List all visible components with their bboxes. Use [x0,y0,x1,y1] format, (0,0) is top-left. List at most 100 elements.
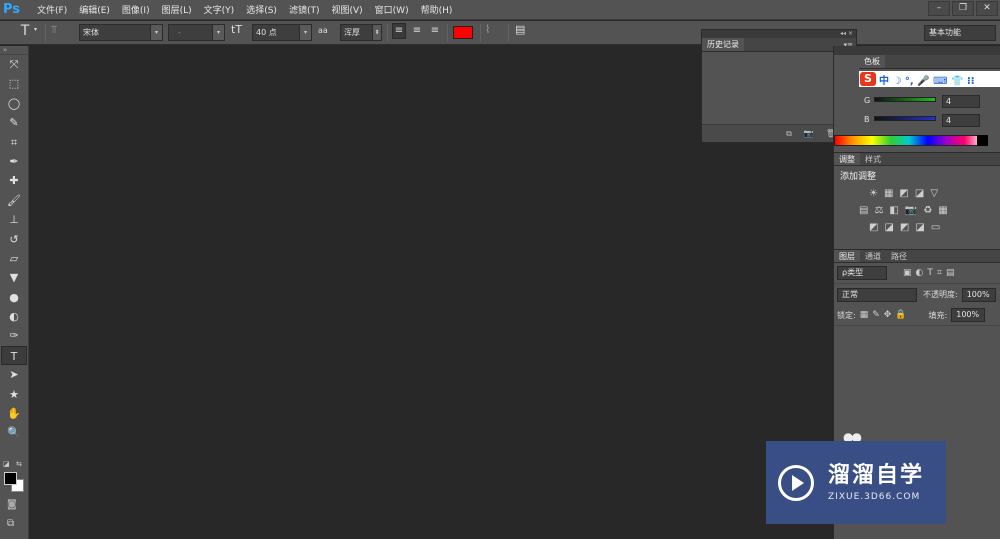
tab-paths[interactable]: 路径 [886,250,912,262]
color-lookup-icon[interactable]: ▦ [938,205,947,216]
screen-mode-icon[interactable]: ⧉ [7,518,14,529]
blend-mode-select[interactable]: 正常 [837,287,917,302]
gradient-map-icon[interactable]: ◪ [915,222,924,233]
dodge-icon[interactable]: ◐ [1,307,27,326]
restore-button[interactable]: ❐ [952,1,974,16]
workspace-select[interactable]: 基本功能 [924,25,996,41]
channel-g-value[interactable]: 4 [942,95,980,108]
menu-view[interactable]: 视图(V) [331,3,362,16]
quick-select-icon[interactable]: ✎ [1,113,27,132]
menu-file[interactable]: 文件(F) [37,3,67,16]
eraser-icon[interactable]: ▱ [1,249,27,268]
filter-type-icon[interactable]: T [927,268,933,278]
filter-adjustment-icon[interactable]: ◐ [916,268,924,278]
pen-icon[interactable]: ✑ [1,326,27,345]
menu-edit[interactable]: 编辑(E) [79,3,110,16]
tab-styles[interactable]: 样式 [860,153,886,165]
selective-color-icon[interactable]: ▭ [931,222,940,233]
channel-b-value[interactable]: 4 [942,114,980,127]
levels-icon[interactable]: ▦ [884,188,893,199]
brightness-icon[interactable]: ☀ [869,188,878,199]
color-balance-icon[interactable]: ⚖ [874,205,883,216]
tab-swatches[interactable]: 色板 [859,55,885,68]
text-color-swatch[interactable] [453,26,473,39]
lock-position-icon[interactable]: ✥ [884,310,892,320]
stamp-icon[interactable]: ⊥ [1,210,27,229]
font-family-select[interactable]: 宋体 ▾ [79,24,163,41]
warp-text-icon[interactable]: ⌇ [485,23,490,36]
threshold-icon[interactable]: ◩ [900,222,909,233]
tab-adjustments[interactable]: 调整 [834,153,860,165]
default-colors-icon[interactable]: ◪ [3,460,10,468]
layer-filter-select[interactable]: ρ类型 [837,266,887,280]
posterize-icon[interactable]: ◪ [884,222,893,233]
black-white-icon[interactable]: ◧ [889,205,898,216]
menu-help[interactable]: 帮助(H) [421,3,453,16]
hand-icon[interactable]: ✋ [1,404,27,423]
channel-b-slider[interactable] [874,116,936,121]
bucket-icon[interactable]: ▼ [1,268,27,287]
lock-all-icon[interactable]: 🔒 [895,310,906,320]
menu-image[interactable]: 图像(I) [122,3,150,16]
close-button[interactable]: ✕ [976,1,998,16]
channel-g-slider[interactable] [874,97,936,102]
type-icon[interactable]: T [1,345,27,366]
foreground-color-swatch[interactable] [4,472,17,485]
filter-smart-object-icon[interactable]: ▤ [946,268,955,278]
font-size-select[interactable]: 40 点 ▾ [252,24,312,41]
menu-filter[interactable]: 滤镜(T) [289,3,320,16]
crop-icon[interactable]: ⌗ [1,133,27,152]
lock-transparent-icon[interactable]: ▦ [860,310,869,320]
path-select-icon[interactable]: ➤ [1,365,27,384]
marquee-icon[interactable]: ⬚ [1,74,27,93]
lasso-icon[interactable]: ◯ [1,94,27,113]
minimize-button[interactable]: – [928,1,950,16]
ime-status-text[interactable]: 中 ☽ °, 🎤 ⌨ 👕 ⁝⁝ [879,72,975,87]
toolbar-grip[interactable]: » [0,46,28,55]
channel-mixer-icon[interactable]: ♻ [923,205,932,216]
lock-pixels-icon[interactable]: ✎ [872,310,880,320]
swap-colors-icon[interactable]: ⇆ [16,460,22,468]
invert-icon[interactable]: ◩ [869,222,878,233]
move-icon[interactable]: ⤧ [1,55,27,74]
filter-pixel-icon[interactable]: ▣ [903,268,912,278]
color-spectrum-black[interactable] [977,135,988,146]
shape-icon[interactable]: ★ [1,385,27,404]
hue-saturation-icon[interactable]: ▤ [859,205,868,216]
menu-select[interactable]: 选择(S) [246,3,277,16]
color-spectrum-bar[interactable] [834,135,984,146]
menu-type[interactable]: 文字(Y) [204,3,235,16]
type-tool-preset-icon[interactable]: T [14,23,36,39]
character-panel-icon[interactable]: ▤ [515,23,525,36]
antialias-select[interactable]: 浑厚 ⬍ [340,24,382,41]
align-center-icon[interactable]: ≡ [410,23,424,39]
curves-icon[interactable]: ◩ [899,188,908,199]
orientation-icon[interactable]: ⫪ [51,23,57,37]
opacity-field[interactable]: 100% [961,287,996,302]
fill-field[interactable]: 100% [951,308,986,322]
exposure-icon[interactable]: ◪ [915,188,924,199]
menu-window[interactable]: 窗口(W) [375,3,409,16]
font-style-select[interactable]: - ▾ [168,24,225,41]
align-left-icon[interactable]: ≡ [392,23,406,39]
new-document-from-state-icon[interactable]: ⧉ [786,125,792,142]
blur-icon[interactable]: ● [1,288,27,307]
tab-history[interactable]: 历史记录 [702,38,744,51]
align-right-icon[interactable]: ≡ [428,23,442,39]
snapshot-icon[interactable]: 📷 [804,125,814,142]
brush-icon[interactable]: 🖌 [1,191,27,210]
healing-icon[interactable]: ✚ [1,171,27,190]
chevron-down-icon[interactable]: ▾ [34,26,37,33]
quick-mask-icon[interactable]: ◙ [7,499,17,510]
menu-layer[interactable]: 图层(L) [162,3,192,16]
eyedropper-icon[interactable]: ✒ [1,152,27,171]
history-brush-icon[interactable]: ↺ [1,230,27,249]
filter-shape-icon[interactable]: ⌗ [937,268,942,278]
panel-collapse-bar[interactable]: ◂◂ × [702,30,856,38]
vibrance-icon[interactable]: ▽ [930,188,938,199]
zoom-icon[interactable]: 🔍 [1,423,27,442]
photo-filter-icon[interactable]: 📷 [905,205,917,216]
sogou-logo-icon[interactable]: S [860,72,876,86]
tab-layers[interactable]: 图层 [834,250,860,262]
tab-channels[interactable]: 通道 [860,250,886,262]
